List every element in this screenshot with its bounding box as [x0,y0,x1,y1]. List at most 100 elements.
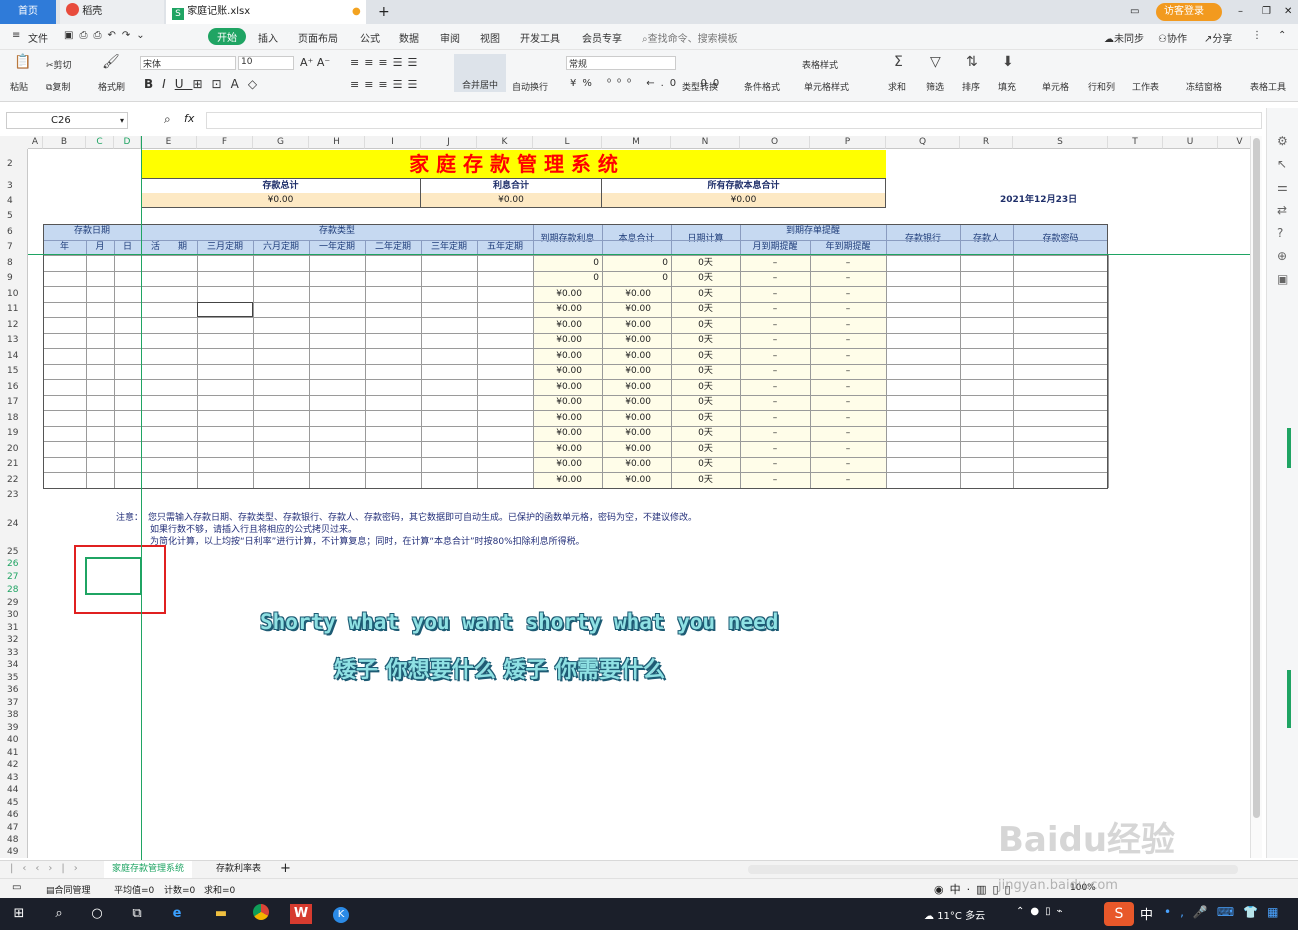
sheet-date[interactable]: 2021年12月23日 [1000,193,1110,207]
row-header-38[interactable]: 38 [0,709,28,722]
fill-icon[interactable]: ⬇ [1002,54,1014,70]
cell-remind-year[interactable]: – [810,286,886,302]
cell-interest[interactable]: ¥0.00 [533,364,602,379]
row-header-48[interactable]: 48 [0,834,28,847]
row-header-40[interactable]: 40 [0,734,28,747]
sum-label[interactable]: 利息合计 [421,178,602,193]
row-header-12[interactable]: 12 [0,317,28,333]
row-header-47[interactable]: 47 [0,822,28,834]
column-header-O[interactable]: O [740,136,810,149]
cell-remind-year[interactable]: – [810,379,886,395]
restore-icon[interactable]: ❐ [1256,0,1276,24]
row-header-32[interactable]: 32 [0,634,28,647]
collab-button[interactable]: ⚇协作 [1158,30,1187,45]
sheet-tab-rates[interactable]: 存款利率表 [210,861,267,878]
cell-interest[interactable]: ¥0.00 [533,395,602,410]
cell-interest[interactable]: 0 [533,255,602,271]
window-layout-icon[interactable]: ▭ [1124,0,1144,24]
menu-view[interactable]: 视图 [480,30,500,45]
row-header-4[interactable]: 4 [0,194,28,209]
row-header-3[interactable]: 3 [0,178,28,194]
cell-interest[interactable]: ¥0.00 [533,317,602,333]
cell-remind-month[interactable]: – [740,426,810,441]
cell-remind-year[interactable]: – [810,457,886,472]
cell-interest[interactable]: ¥0.00 [533,457,602,472]
fx-icon[interactable]: fx [184,112,194,125]
row-header-21[interactable]: 21 [0,457,28,472]
cell-remind-month[interactable]: – [740,457,810,472]
menu-data[interactable]: 数据 [399,30,419,45]
header-type-0[interactable]: 活 期 [141,240,197,255]
sum-value[interactable]: ¥0.00 [141,193,421,208]
cell-total[interactable]: ¥0.00 [602,441,671,457]
cell-total[interactable]: ¥0.00 [602,333,671,348]
header-type-6[interactable]: 五年定期 [477,240,533,255]
search-command[interactable]: ⌕查找命令、搜索模板 [642,30,738,45]
column-header-E[interactable]: E [141,136,197,149]
cell-remind-month[interactable]: – [740,395,810,410]
row-header-16[interactable]: 16 [0,379,28,395]
cell-interest[interactable]: ¥0.00 [533,302,602,317]
column-header-I[interactable]: I [365,136,421,149]
cell-remind-month[interactable]: – [740,364,810,379]
task-view-icon[interactable]: ⧉ [126,904,148,924]
row-header-18[interactable]: 18 [0,410,28,426]
cell-interest[interactable]: ¥0.00 [533,379,602,395]
row-header-14[interactable]: 14 [0,348,28,364]
login-button[interactable]: 访客登录 [1156,3,1222,21]
row-header-20[interactable]: 20 [0,441,28,457]
cell-days[interactable]: 0天 [671,255,740,271]
rowcol-button[interactable]: 行和列 [1088,80,1115,93]
font-size-select[interactable]: 10 [238,56,294,70]
cell-interest[interactable]: ¥0.00 [533,410,602,426]
cell-remind-month[interactable]: – [740,333,810,348]
menu-member[interactable]: 会员专享 [582,30,622,45]
align-icons-2[interactable]: ≡≡≡☰☰ [350,78,422,91]
sheet-tab-active[interactable]: 家庭存款管理系统 [104,861,193,878]
font-style-icons[interactable]: BIU⊞⊡A◇ [144,77,266,91]
cell-remind-year[interactable]: – [810,364,886,379]
explorer-icon[interactable]: ▬ [210,904,232,924]
column-header-L[interactable]: L [533,136,602,149]
name-box[interactable]: C26 ▾ [6,112,128,129]
column-header-U[interactable]: U [1163,136,1218,149]
cell-remind-month[interactable]: – [740,348,810,364]
row-header-45[interactable]: 45 [0,797,28,809]
copy-button[interactable]: ⧉复制 [46,80,70,93]
menu-file[interactable]: 文件 [28,30,48,45]
column-header-A[interactable]: A [28,136,43,149]
header-remind[interactable]: 到期存单提醒 [740,224,886,240]
cell-total[interactable]: ¥0.00 [602,286,671,302]
column-header-H[interactable]: H [309,136,365,149]
merge-button[interactable]: 合并居中 [454,54,506,92]
row-header-23[interactable]: 23 [0,488,28,502]
cell-days[interactable]: 0天 [671,317,740,333]
row-header-24[interactable]: 24 [0,502,28,546]
cell-style-button[interactable]: 单元格样式 [804,80,849,93]
row-header-49[interactable]: 49 [0,847,28,858]
cell-total[interactable]: 0 [602,271,671,286]
chrome-icon[interactable] [250,904,272,924]
column-header-B[interactable]: B [43,136,86,149]
horizontal-scrollbar[interactable] [748,865,1238,874]
menu-page-layout[interactable]: 页面布局 [298,30,338,45]
cell-days[interactable]: 0天 [671,286,740,302]
minimize-icon[interactable]: – [1232,0,1252,24]
cell-remind-year[interactable]: – [810,395,886,410]
cell-total[interactable]: ¥0.00 [602,302,671,317]
freeze-button[interactable]: 冻结窗格 [1186,80,1222,93]
sum-value[interactable]: ¥0.00 [421,193,602,208]
cell-total[interactable]: ¥0.00 [602,472,671,488]
windows-start-icon[interactable]: ⊞ [8,904,30,924]
cell-days[interactable]: 0天 [671,379,740,395]
cell-remind-month[interactable]: – [740,286,810,302]
row-header-17[interactable]: 17 [0,395,28,410]
cell-total[interactable]: ¥0.00 [602,457,671,472]
cell-interest[interactable]: 0 [533,271,602,286]
row-header-27[interactable]: 27 [0,571,28,584]
wrap-button[interactable]: 自动换行 [512,80,548,93]
quick-access-icons[interactable]: ▣⎙⎙↶↷⌄ [64,30,151,41]
paste-icon[interactable]: 📋 [14,54,31,70]
cell-interest[interactable]: ¥0.00 [533,348,602,364]
cell-interest[interactable]: ¥0.00 [533,286,602,302]
